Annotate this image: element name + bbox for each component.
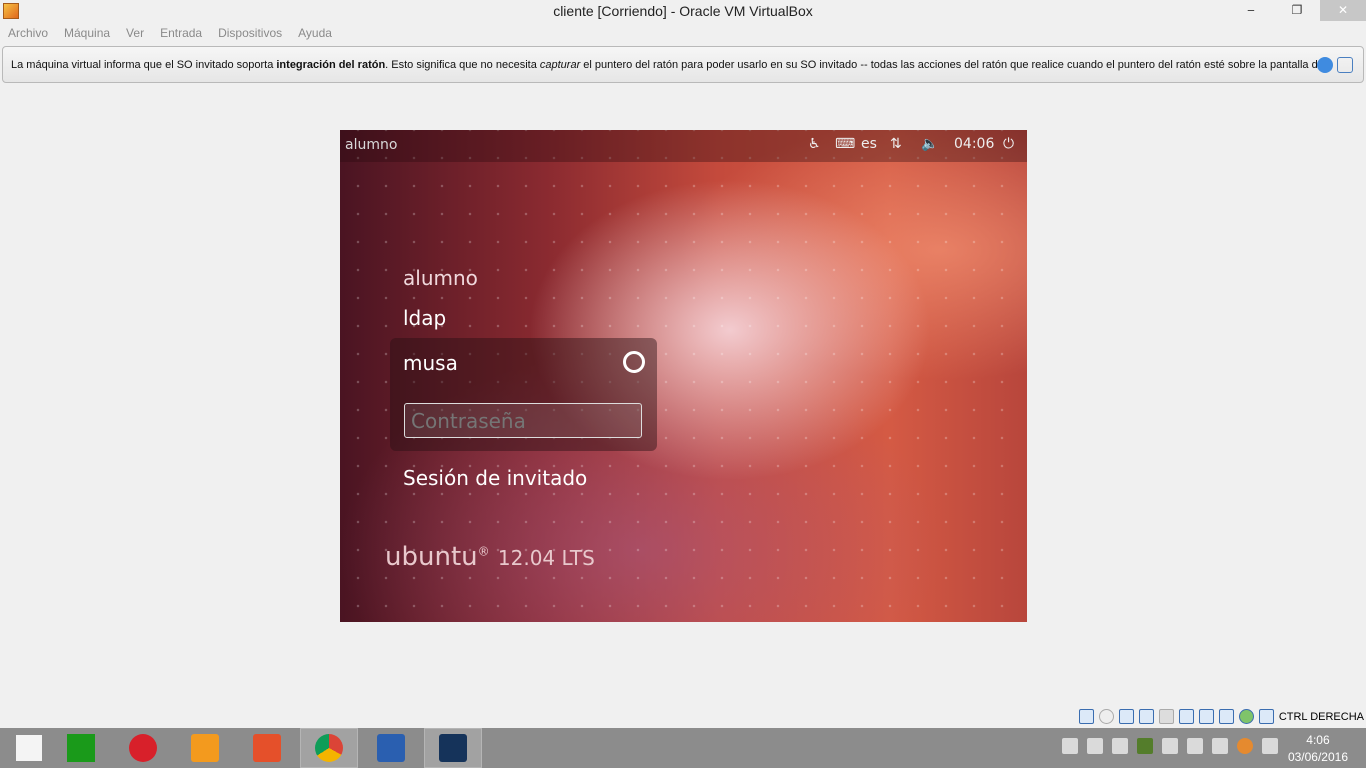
notice-bold: integración del ratón xyxy=(276,59,386,71)
close-button[interactable]: ✕ xyxy=(1320,0,1366,21)
brand: ubuntu xyxy=(385,542,478,572)
menu-dispositivos[interactable]: Dispositivos xyxy=(218,23,282,43)
notice-text: . Esto significa que no necesita xyxy=(385,59,540,71)
ubuntu-top-panel: alumno ♿ ⌨ es ⇅ 🔈 04:06 ⏻ xyxy=(340,130,1027,162)
taskbar-virtualbox[interactable] xyxy=(424,728,482,768)
session-ubuntu-icon[interactable] xyxy=(623,351,645,373)
taskbar-chrome[interactable] xyxy=(300,728,358,768)
clock[interactable]: 04:06 xyxy=(954,136,994,152)
avast-icon[interactable] xyxy=(1237,738,1253,754)
minimize-button[interactable]: ‒ xyxy=(1228,0,1274,21)
wifi-warning-icon[interactable] xyxy=(1087,738,1103,754)
windows-taskbar: 4:06 03/06/2016 xyxy=(0,728,1366,768)
clock-date: 03/06/2016 xyxy=(1287,750,1348,764)
usb-icon[interactable] xyxy=(1138,709,1154,724)
keyboard-layout[interactable]: es xyxy=(861,136,877,152)
signal-icon[interactable] xyxy=(1062,738,1078,754)
title-bar: cliente [Corriendo] - Oracle VM VirtualB… xyxy=(0,0,1366,23)
notice-text: La máquina virtual informa que el SO inv… xyxy=(11,59,277,71)
hard-disk-icon[interactable] xyxy=(1078,709,1094,724)
taskbar-powerpoint[interactable] xyxy=(238,728,296,768)
display-icon[interactable] xyxy=(1178,709,1194,724)
battery-icon[interactable] xyxy=(1212,738,1228,754)
video-capture-icon[interactable] xyxy=(1198,709,1214,724)
display-icon[interactable] xyxy=(1187,738,1203,754)
start-button[interactable] xyxy=(0,728,58,768)
taskbar-opera[interactable] xyxy=(114,728,172,768)
mouse-integration-notice: La máquina virtual informa que el SO inv… xyxy=(2,46,1364,83)
vm-status-bar: CTRL DERECHA xyxy=(1078,709,1364,724)
taskbar-store[interactable] xyxy=(52,728,110,768)
clock-time: 4:06 xyxy=(1306,733,1330,747)
login-card: musa xyxy=(390,338,657,451)
restore-button[interactable]: ❐ xyxy=(1274,0,1320,21)
selected-user: musa xyxy=(403,351,458,375)
version: 12.04 LTS xyxy=(497,546,595,570)
accessibility-icon[interactable]: ♿ xyxy=(808,136,821,152)
system-clock[interactable]: 4:06 03/06/2016 xyxy=(1288,732,1348,766)
mouse-integration-icon[interactable] xyxy=(1337,57,1353,73)
nvidia-icon[interactable] xyxy=(1137,738,1153,754)
taskbar-word[interactable] xyxy=(362,728,420,768)
cpu-icon[interactable] xyxy=(1218,709,1234,724)
guest-session-item[interactable]: Sesión de invitado xyxy=(403,466,587,490)
mouse-integration-icon[interactable] xyxy=(1238,709,1254,724)
guest-screen[interactable]: alumno ♿ ⌨ es ⇅ 🔈 04:06 ⏻ alumno ldap mu… xyxy=(340,130,1027,622)
notice-italic: capturar xyxy=(539,59,581,71)
password-input[interactable] xyxy=(404,403,642,438)
system-tray xyxy=(1062,738,1278,754)
network-icon[interactable] xyxy=(1118,709,1134,724)
windows-icon[interactable] xyxy=(1112,738,1128,754)
user-item-alumno[interactable]: alumno xyxy=(403,266,478,290)
power-icon[interactable]: ⏻ xyxy=(1003,136,1014,152)
window-title: cliente [Corriendo] - Oracle VM VirtualB… xyxy=(553,3,813,19)
menu-ayuda[interactable]: Ayuda xyxy=(298,23,332,43)
ubuntu-logo: ubuntu® 12.04 LTS xyxy=(385,542,595,572)
action-center-icon[interactable] xyxy=(1162,738,1178,754)
shared-folder-icon[interactable] xyxy=(1158,709,1174,724)
menu-entrada[interactable]: Entrada xyxy=(160,23,202,43)
hostname: alumno xyxy=(345,137,398,153)
keyboard-icon[interactable]: ⌨ xyxy=(835,136,855,152)
notice-text: el puntero del ratón para poder usarlo e… xyxy=(580,59,1324,71)
menu-ver[interactable]: Ver xyxy=(126,23,144,43)
menu-maquina[interactable]: Máquina xyxy=(64,23,110,43)
user-item-ldap[interactable]: ldap xyxy=(403,306,446,330)
host-key-label: CTRL DERECHA xyxy=(1278,710,1364,723)
menu-archivo[interactable]: Archivo xyxy=(8,23,48,43)
network-icon[interactable] xyxy=(1262,738,1278,754)
network-icon[interactable]: ⇅ xyxy=(890,136,902,152)
optical-drive-icon[interactable] xyxy=(1098,709,1114,724)
taskbar-media-player[interactable] xyxy=(176,728,234,768)
volume-icon[interactable]: 🔈 xyxy=(921,136,938,152)
menu-bar: Archivo Máquina Ver Entrada Dispositivos… xyxy=(0,23,1366,43)
close-notice-icon[interactable] xyxy=(1317,57,1333,73)
host-key-icon[interactable] xyxy=(1258,709,1274,724)
